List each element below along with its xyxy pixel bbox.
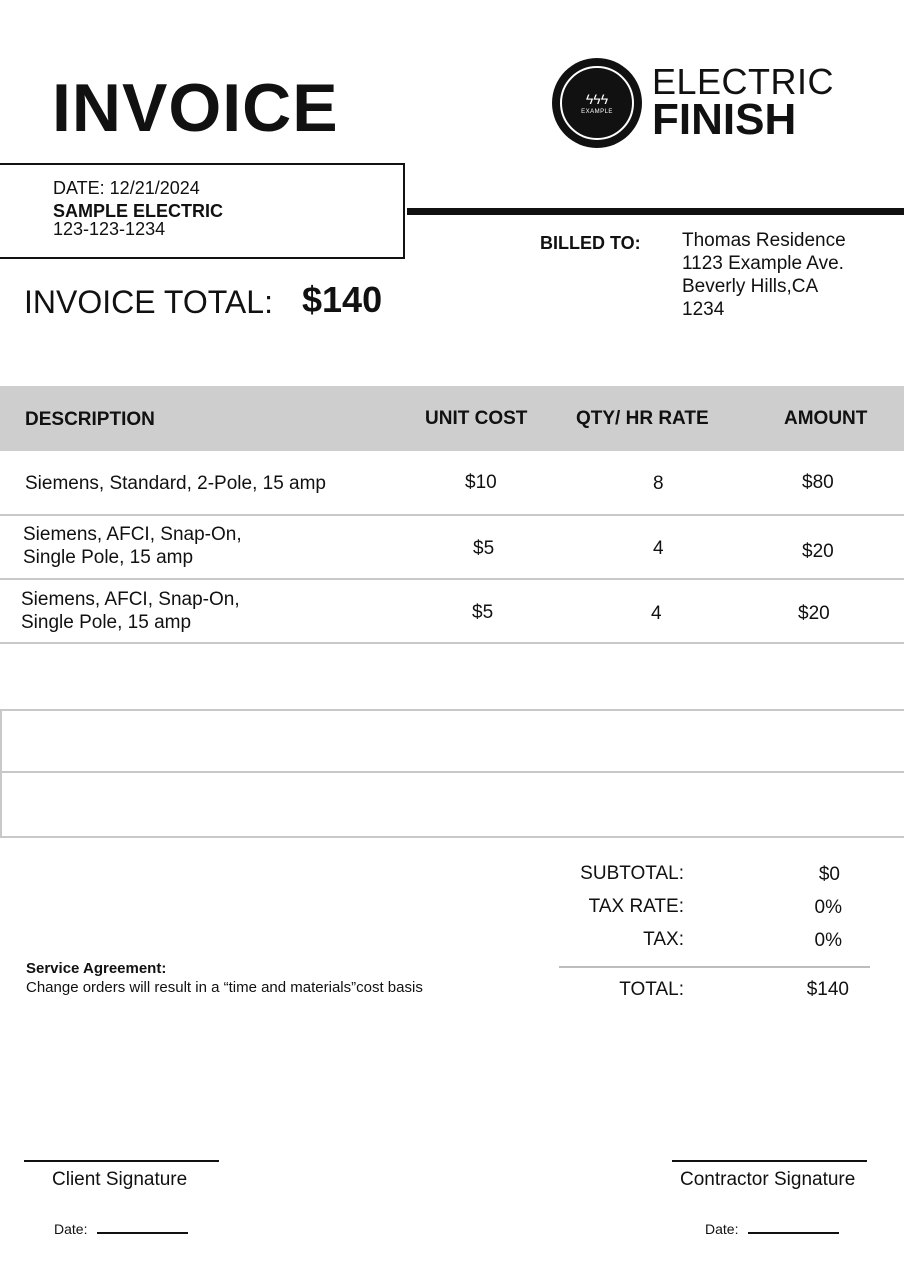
tax-value: 0% (814, 930, 842, 951)
row-qty: 4 (651, 603, 662, 624)
billed-to-line: 1123 Example Ave. (682, 253, 844, 274)
subtotal-value: $0 (818, 864, 840, 885)
row-description-line2: Single Pole, 15 amp (21, 612, 192, 633)
row-description: Siemens, AFCI, Snap-On, (21, 589, 240, 610)
client-date-label: Date: (54, 1221, 88, 1237)
logo-badge: ϟϟϟ EXAMPLE (560, 66, 634, 140)
billed-to-label: BILLED TO: (540, 233, 641, 253)
row-description: Siemens, Standard, 2-Pole, 15 amp (25, 473, 327, 494)
row-unit-cost: $10 (465, 472, 497, 493)
column-header-description: DESCRIPTION (25, 409, 155, 430)
contractor-signature-label: Contractor Signature (680, 1169, 856, 1190)
column-header-unit-cost: UNIT COST (425, 408, 528, 429)
brand-name-line2: FINISH (652, 95, 797, 144)
client-signature-line (24, 1160, 219, 1162)
table-row: Siemens, AFCI, Snap-On, Single Pole, 15 … (0, 516, 904, 580)
invoice-total-value: $140 (302, 279, 383, 320)
invoice-total-label: INVOICE TOTAL: (24, 284, 273, 320)
header-divider (407, 208, 904, 215)
table-row: Siemens, Standard, 2-Pole, 15 amp $10 8 … (0, 452, 904, 516)
issuer-phone: 123-123-1234 (53, 219, 166, 239)
summary-divider (559, 966, 870, 968)
row-description-line2: Single Pole, 15 amp (23, 547, 194, 568)
subtotal-label: SUBTOTAL: (580, 863, 684, 884)
billed-to-line: 1234 (682, 299, 725, 320)
empty-row (0, 709, 904, 773)
client-date-line (97, 1232, 188, 1234)
empty-row (0, 773, 904, 838)
contractor-date-line (748, 1232, 839, 1234)
invoice-title: INVOICE (52, 70, 339, 146)
billed-to-line: Thomas Residence (682, 230, 846, 251)
column-header-amount: AMOUNT (784, 408, 868, 429)
table-row: Siemens, AFCI, Snap-On, Single Pole, 15 … (0, 580, 904, 644)
row-amount: $80 (802, 472, 834, 493)
contractor-date-label: Date: (705, 1221, 739, 1237)
total-label: TOTAL: (619, 979, 684, 1000)
lightning-bolts-icon: ϟϟϟ (585, 90, 609, 107)
row-amount: $20 (798, 603, 830, 624)
row-unit-cost: $5 (472, 602, 494, 623)
billed-to-line: Beverly Hills,CA (682, 276, 819, 297)
row-description: Siemens, AFCI, Snap-On, (23, 524, 242, 545)
table-header: DESCRIPTION UNIT COST QTY/ HR RATE AMOUN… (0, 386, 904, 451)
row-qty: 8 (653, 473, 664, 494)
row-unit-cost: $5 (473, 538, 495, 559)
logo-text: EXAMPLE (581, 108, 613, 115)
total-value: $140 (806, 979, 849, 1000)
client-signature-label: Client Signature (52, 1169, 188, 1190)
row-qty: 4 (653, 538, 664, 559)
column-header-qty: QTY/ HR RATE (576, 408, 709, 429)
brand-logo: ϟϟϟ EXAMPLE (552, 58, 642, 148)
invoice-date: DATE: 12/21/2024 (53, 178, 200, 198)
service-agreement-text: Change orders will result in a “time and… (26, 979, 423, 996)
contractor-signature-line (672, 1160, 867, 1162)
tax-label: TAX: (643, 929, 684, 950)
tax-rate-label: TAX RATE: (588, 896, 684, 917)
service-agreement-title: Service Agreement: (26, 960, 167, 977)
tax-rate-value: 0% (814, 897, 842, 918)
row-amount: $20 (802, 541, 834, 562)
